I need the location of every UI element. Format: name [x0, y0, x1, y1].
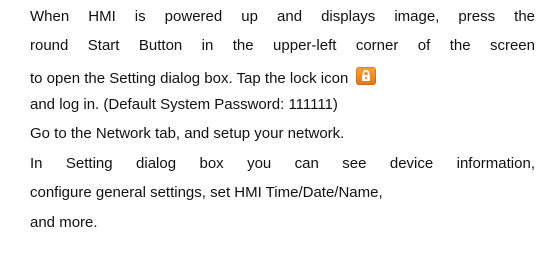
document-body: When HMI is powered up and displays imag…: [0, 0, 549, 254]
paragraph-2-line-1: Go to the Network tab, and setup your ne…: [30, 125, 345, 142]
paragraph-3-line-1: In Setting dialog box you can see device…: [30, 155, 535, 172]
paragraph-1-line-3: to open the Setting dialog box. Tap the …: [30, 67, 535, 88]
lock-icon: [356, 67, 377, 85]
paragraph-1-line-3-text: to open the Setting dialog box. Tap the …: [30, 70, 349, 87]
paragraph-1-line-2: round Start Button in the upper-left cor…: [30, 37, 535, 54]
paragraph-3-line-3: and more.: [30, 214, 98, 231]
paragraph-1-line-1: When HMI is powered up and displays imag…: [30, 8, 535, 25]
paragraph-3-line-2: configure general settings, set HMI Time…: [30, 184, 383, 201]
paragraph-1-line-4: and log in. (Default System Password: 11…: [30, 96, 338, 113]
